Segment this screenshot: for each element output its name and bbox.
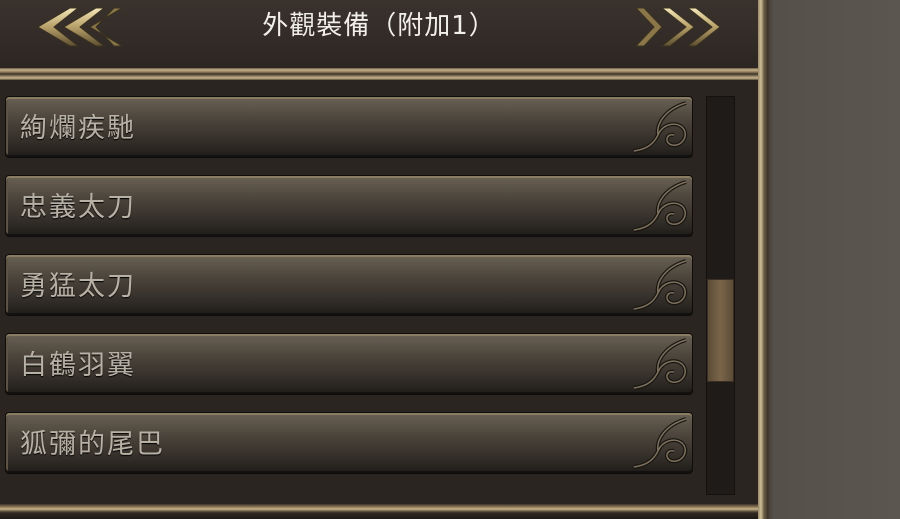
scrollbar-thumb[interactable] xyxy=(707,279,734,382)
next-page-button[interactable] xyxy=(634,4,728,50)
item-label: 忠義太刀 xyxy=(20,192,136,223)
swirl-ornament-icon xyxy=(633,259,688,311)
list-item[interactable]: 勇猛太刀 xyxy=(5,254,693,316)
prev-page-button[interactable] xyxy=(30,4,124,50)
list-item[interactable]: 狐彌的尾巴 xyxy=(5,412,693,474)
equipment-list: 絢爛疾馳 忠義太刀 勇猛太刀 白鶴羽翼 狐彌的尾巴 xyxy=(0,84,700,504)
footer-divider xyxy=(0,504,758,519)
equipment-panel: 外觀裝備（附加1） 絢爛疾馳 忠義太刀 勇猛太刀 白鶴羽翼 狐彌的尾巴 xyxy=(0,0,758,519)
header-divider xyxy=(0,68,758,80)
scrollbar-track[interactable] xyxy=(706,96,735,495)
list-item[interactable]: 忠義太刀 xyxy=(5,175,693,237)
side-frame xyxy=(758,0,900,519)
item-label: 白鶴羽翼 xyxy=(20,350,136,381)
panel-header: 外觀裝備（附加1） xyxy=(0,0,758,70)
swirl-ornament-icon xyxy=(633,180,688,232)
swirl-ornament-icon xyxy=(633,338,688,390)
list-item[interactable]: 絢爛疾馳 xyxy=(5,96,693,158)
swirl-ornament-icon xyxy=(633,417,688,469)
item-label: 勇猛太刀 xyxy=(20,271,136,302)
double-chevron-right-icon xyxy=(634,7,721,47)
list-item[interactable]: 白鶴羽翼 xyxy=(5,333,693,395)
page-title: 外觀裝備（附加1） xyxy=(262,11,496,41)
swirl-ornament-icon xyxy=(633,101,688,153)
item-label: 狐彌的尾巴 xyxy=(20,429,165,460)
double-chevron-left-icon xyxy=(37,7,124,47)
item-label: 絢爛疾馳 xyxy=(20,113,136,144)
